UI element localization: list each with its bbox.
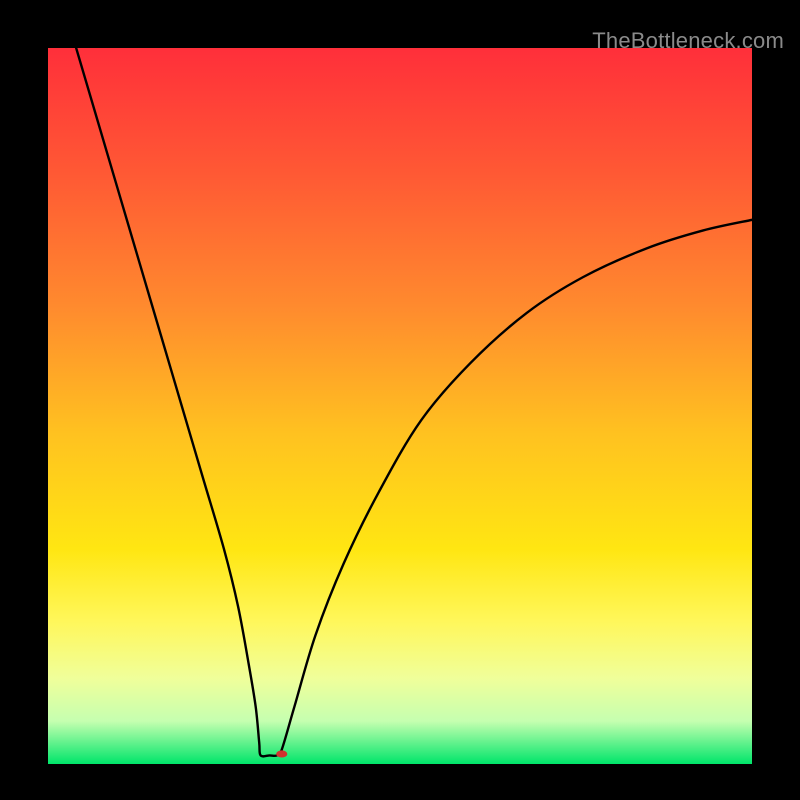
bottleneck-chart	[48, 48, 752, 764]
watermark-text: TheBottleneck.com	[592, 28, 784, 54]
gradient-background	[48, 48, 752, 764]
optimal-point-marker	[276, 750, 287, 757]
chart-area	[48, 48, 752, 764]
